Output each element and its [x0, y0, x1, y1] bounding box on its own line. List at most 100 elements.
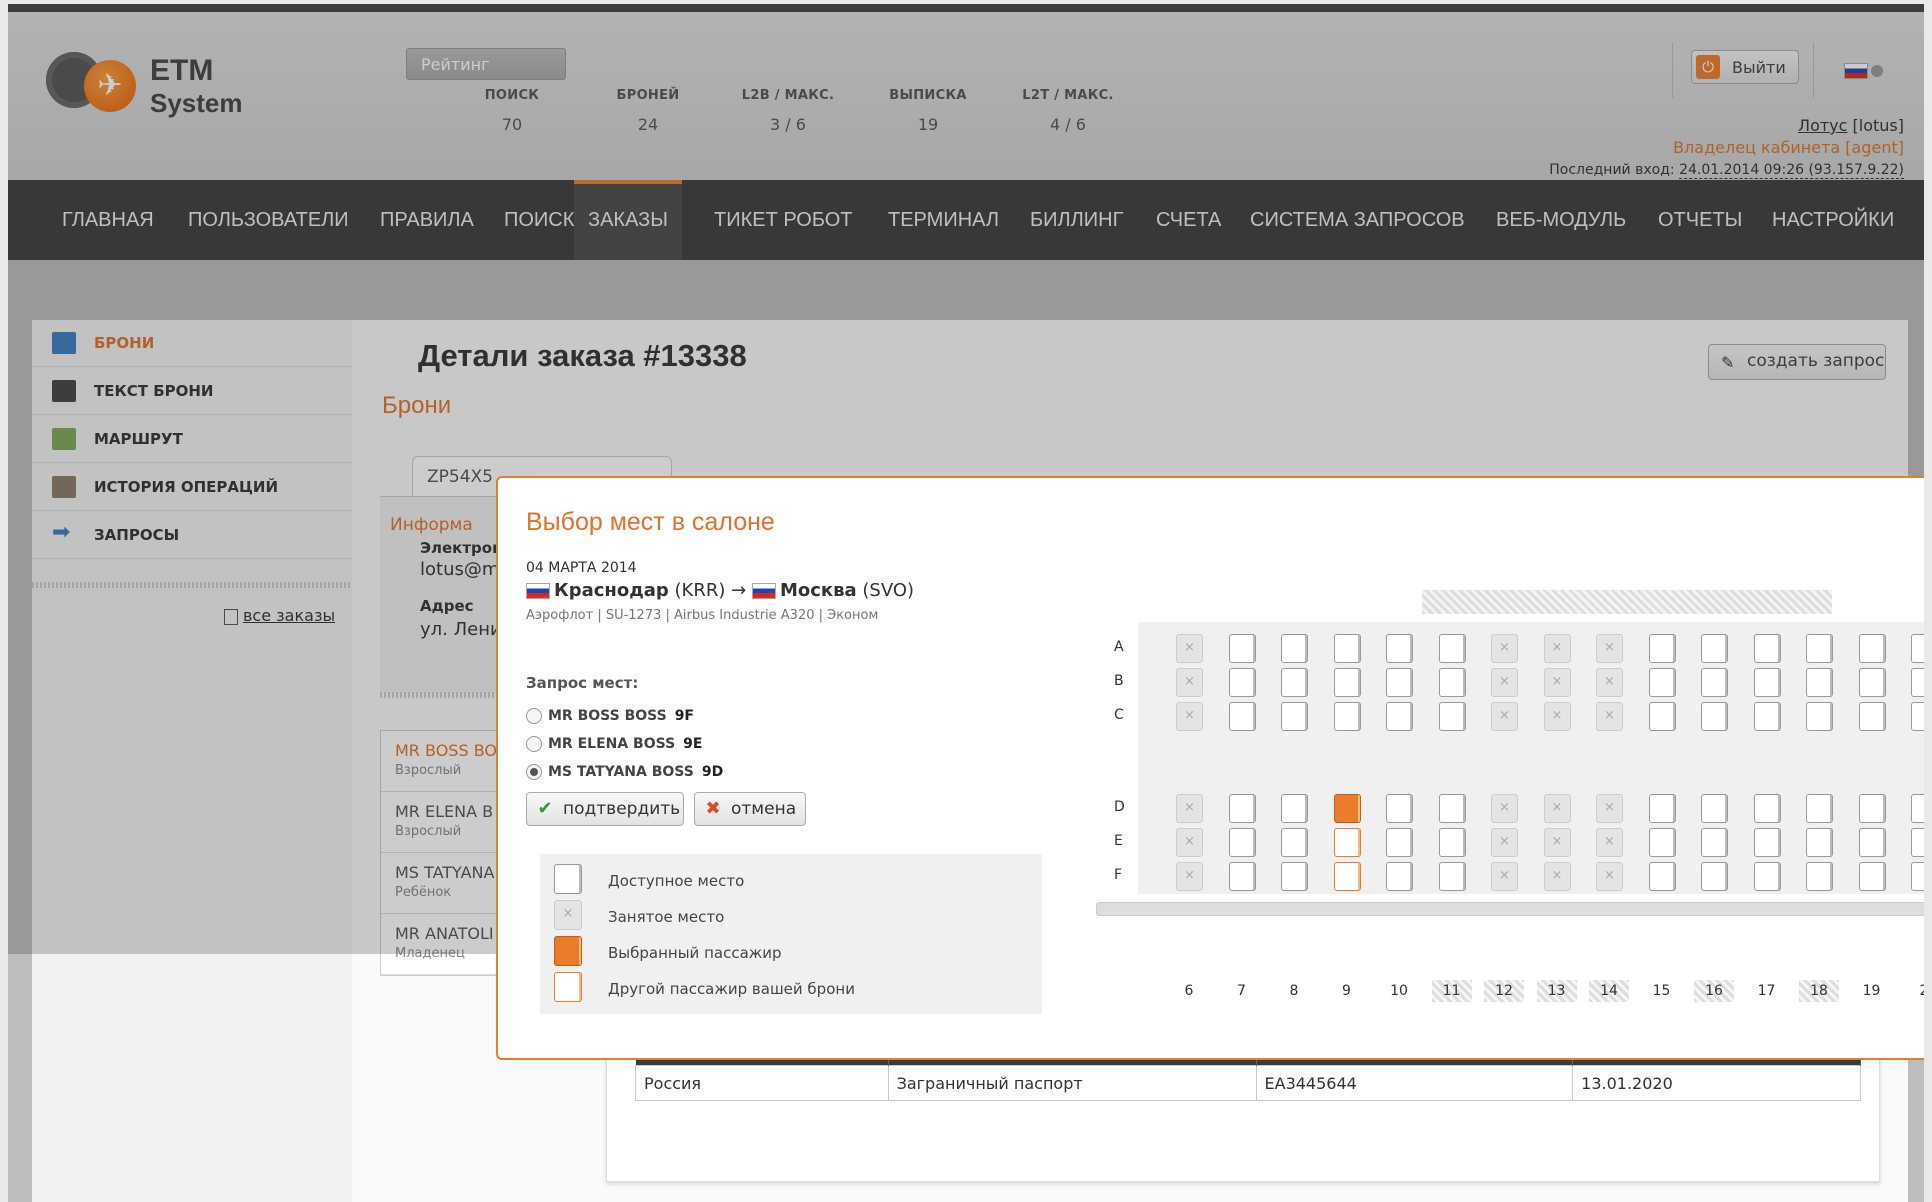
seat-free[interactable] [1753, 634, 1781, 663]
seat-free[interactable] [1333, 668, 1361, 697]
seat-oth[interactable] [1333, 828, 1361, 857]
nav-item-10[interactable]: ВЕБ-МОДУЛЬ [1496, 180, 1626, 260]
sidebar-item-3[interactable]: ИСТОРИЯ ОПЕРАЦИЙ [32, 464, 352, 511]
seat-free[interactable] [1228, 828, 1256, 857]
seat-free[interactable] [1333, 702, 1361, 731]
seat-free[interactable] [1386, 634, 1413, 663]
seat-free[interactable] [1228, 668, 1256, 697]
nav-item-4[interactable]: ЗАКАЗЫ [574, 180, 682, 260]
seat-free[interactable] [1281, 702, 1308, 731]
seat-free[interactable] [1648, 702, 1676, 731]
nav-item-9[interactable]: СИСТЕМА ЗАПРОСОВ [1250, 180, 1465, 260]
seat-free[interactable] [1438, 668, 1466, 697]
nav-item-6[interactable]: ТЕРМИНАЛ [888, 180, 999, 260]
seat-free[interactable] [1281, 862, 1308, 891]
seat-free[interactable] [1911, 702, 1924, 731]
cancel-button[interactable]: ✖ отмена [694, 792, 806, 826]
all-orders-link[interactable]: все заказы [224, 606, 335, 625]
seat-free[interactable] [1858, 794, 1886, 823]
radio-button[interactable] [526, 736, 542, 752]
seat-free[interactable] [1701, 862, 1728, 891]
seat-free[interactable] [1438, 794, 1466, 823]
seat-free[interactable] [1228, 862, 1256, 891]
seat-free[interactable] [1386, 828, 1413, 857]
radio-button[interactable] [526, 764, 542, 780]
seat-free[interactable] [1438, 702, 1466, 731]
nav-item-0[interactable]: ГЛАВНАЯ [62, 180, 154, 260]
seat-free[interactable] [1858, 862, 1886, 891]
seat-free[interactable] [1648, 794, 1676, 823]
nav-item-12[interactable]: НАСТРОЙКИ [1772, 180, 1894, 260]
seat-free[interactable] [1648, 634, 1676, 663]
nav-item-2[interactable]: ПРАВИЛА [380, 180, 474, 260]
seat-free[interactable] [1438, 862, 1466, 891]
seat-free[interactable] [1281, 634, 1308, 663]
sidebar-item-2[interactable]: МАРШРУТ [32, 416, 352, 463]
seat-free[interactable] [1911, 828, 1924, 857]
seat-free[interactable] [1386, 702, 1413, 731]
seat-free[interactable] [1806, 862, 1833, 891]
seat-free[interactable] [1858, 668, 1886, 697]
user-link[interactable]: Лотус [1798, 116, 1847, 135]
logo[interactable]: ✈ ETM System [38, 46, 258, 126]
seat-free[interactable] [1911, 634, 1924, 663]
seat-sel[interactable] [1333, 794, 1361, 823]
nav-item-7[interactable]: БИЛЛИНГ [1030, 180, 1123, 260]
seat-free[interactable] [1858, 828, 1886, 857]
seat-free[interactable] [1281, 828, 1308, 857]
sidebar-item-4[interactable]: ➡ ЗАПРОСЫ [32, 512, 352, 559]
seat-free[interactable] [1753, 668, 1781, 697]
rating-button[interactable]: Рейтинг [406, 48, 566, 80]
seat-free[interactable] [1438, 634, 1466, 663]
seat-free[interactable] [1648, 828, 1676, 857]
seat-free[interactable] [1281, 668, 1308, 697]
seat-free[interactable] [1753, 702, 1781, 731]
create-request-button[interactable]: ✎ создать запрос [1708, 344, 1886, 380]
seat-free[interactable] [1228, 634, 1256, 663]
language-selector[interactable] [1844, 60, 1883, 79]
seat-free[interactable] [1701, 702, 1728, 731]
seat-free[interactable] [1701, 634, 1728, 663]
sidebar-item-1[interactable]: ТЕКСТ БРОНИ [32, 368, 352, 415]
radio-button[interactable] [526, 708, 542, 724]
seat-free[interactable] [1438, 828, 1466, 857]
seat-free[interactable] [1228, 702, 1256, 731]
nav-item-1[interactable]: ПОЛЬЗОВАТЕЛИ [188, 180, 349, 260]
seat-oth[interactable] [1333, 862, 1361, 891]
nav-item-11[interactable]: ОТЧЕТЫ [1658, 180, 1742, 260]
seat-free[interactable] [1386, 862, 1413, 891]
seat-free[interactable] [1386, 668, 1413, 697]
seat-free[interactable] [1753, 828, 1781, 857]
seat-free[interactable] [1753, 794, 1781, 823]
nav-item-5[interactable]: ТИКЕТ РОБОТ [714, 180, 853, 260]
exit-button[interactable]: ⏻ Выйти [1691, 50, 1799, 84]
seat-free[interactable] [1701, 828, 1728, 857]
seat-free[interactable] [1701, 668, 1728, 697]
seat-free[interactable] [1806, 794, 1833, 823]
sidebar-item-0[interactable]: БРОНИ [32, 320, 352, 367]
seat-free[interactable] [1228, 794, 1256, 823]
nav-item-8[interactable]: СЧЕТА [1156, 180, 1221, 260]
seat-free[interactable] [1911, 668, 1924, 697]
seat-free[interactable] [1806, 702, 1833, 731]
seat-free[interactable] [1806, 634, 1833, 663]
seat-free[interactable] [1806, 828, 1833, 857]
seat-free[interactable] [1858, 634, 1886, 663]
seat-free[interactable] [1753, 862, 1781, 891]
seat-passenger-option[interactable]: MR BOSS BOSS 9F [526, 708, 694, 732]
seat-passenger-option[interactable]: MS TATYANA BOSS 9D [526, 764, 723, 788]
seat-free[interactable] [1858, 702, 1886, 731]
seat-free[interactable] [1386, 794, 1413, 823]
seat-passenger-option[interactable]: MR ELENA BOSS 9E [526, 736, 702, 760]
seatmap-scrollbar[interactable] [1096, 902, 1924, 916]
seat-free[interactable] [1281, 794, 1308, 823]
seat-free[interactable] [1648, 862, 1676, 891]
seat-free[interactable] [1806, 668, 1833, 697]
seat-free[interactable] [1911, 794, 1924, 823]
seat-free[interactable] [1701, 794, 1728, 823]
seat-free[interactable] [1648, 668, 1676, 697]
nav-item-3[interactable]: ПОИСК [504, 180, 574, 260]
confirm-button[interactable]: ✔ подтвердить [526, 792, 684, 826]
seat-free[interactable] [1333, 634, 1361, 663]
seat-free[interactable] [1911, 862, 1924, 891]
